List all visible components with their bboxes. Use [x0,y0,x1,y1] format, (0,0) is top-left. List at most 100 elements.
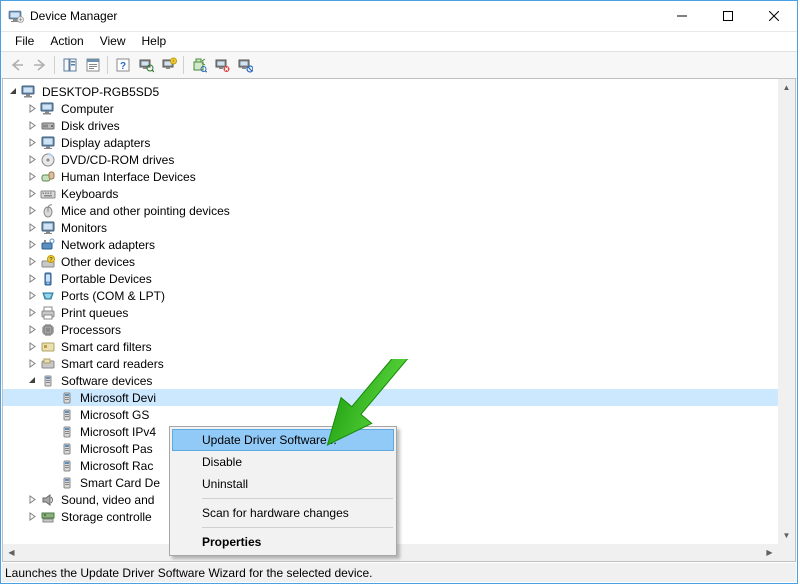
tree-category[interactable]: Computer [3,100,778,117]
context-menu-separator [202,527,393,528]
context-menu: Update Driver Software... Disable Uninst… [169,426,397,556]
context-menu-disable[interactable]: Disable [172,451,394,473]
tree-root[interactable]: DESKTOP-RGB5SD5 [3,83,778,100]
tree-category-label: Sound, video and [59,493,156,507]
expand-icon[interactable] [26,171,38,183]
expand-icon[interactable] [26,273,38,285]
toolbar-back-button[interactable] [5,54,28,76]
tree-category[interactable]: Ports (COM & LPT) [3,287,778,304]
expand-icon[interactable] [26,154,38,166]
tree-category[interactable]: Disk drives [3,117,778,134]
toolbar-forward-button[interactable] [28,54,51,76]
expand-icon[interactable] [26,103,38,115]
category-icon [40,322,56,338]
context-menu-uninstall[interactable]: Uninstall [172,473,394,495]
expander-spacer [45,443,57,455]
tree-device[interactable]: Microsoft Devi [3,389,778,406]
toolbar-update-driver-button[interactable] [187,54,210,76]
context-menu-item-label: Properties [202,535,261,549]
expander-spacer [45,477,57,489]
menu-view[interactable]: View [92,32,134,51]
close-button[interactable] [751,1,797,31]
toolbar-scan-hardware-button[interactable] [134,54,157,76]
tree-category[interactable]: Smart card readers [3,355,778,372]
toolbar-disable-button[interactable] [233,54,256,76]
category-icon [40,101,56,117]
toolbar-add-legacy-button[interactable] [157,54,180,76]
tree-category[interactable]: DVD/CD-ROM drives [3,151,778,168]
tree-device-label: Microsoft Pas [78,442,155,456]
tree-category-label: Ports (COM & LPT) [59,289,167,303]
expand-icon[interactable] [26,188,38,200]
scroll-right-icon[interactable]: ▶ [761,544,778,561]
tree-category[interactable]: ?Other devices [3,253,778,270]
expand-icon[interactable] [26,290,38,302]
expand-icon[interactable] [26,256,38,268]
tree-category[interactable]: Software devices [3,372,778,389]
expand-icon[interactable] [26,307,38,319]
tree-category[interactable]: Keyboards [3,185,778,202]
vertical-scrollbar[interactable]: ▲ ▼ [778,79,795,544]
tree-category-label: Computer [59,102,116,116]
expander-spacer [45,409,57,421]
scroll-down-icon[interactable]: ▼ [778,527,795,544]
device-icon [59,475,75,491]
toolbar-show-hide-button[interactable] [58,54,81,76]
tree-category[interactable]: Processors [3,321,778,338]
tree-device[interactable]: Microsoft GS [3,406,778,423]
tree-category[interactable]: Smart card filters [3,338,778,355]
expand-icon[interactable] [26,239,38,251]
toolbar-help-button[interactable]: ? [111,54,134,76]
tree-category[interactable]: Print queues [3,304,778,321]
menu-help[interactable]: Help [134,32,175,51]
tree-category[interactable]: Portable Devices [3,270,778,287]
menu-action[interactable]: Action [42,32,91,51]
context-menu-scan-hardware[interactable]: Scan for hardware changes [172,502,394,524]
toolbar-separator [54,56,55,74]
expand-icon[interactable] [26,358,38,370]
tree-category[interactable]: Display adapters [3,134,778,151]
context-menu-properties[interactable]: Properties [172,531,394,553]
expand-icon[interactable] [26,494,38,506]
category-icon [40,305,56,321]
context-menu-update-driver[interactable]: Update Driver Software... [172,429,394,451]
toolbar-uninstall-button[interactable] [210,54,233,76]
tree-category-label: Smart card filters [59,340,154,354]
tree-category[interactable]: Network adapters [3,236,778,253]
scroll-corner [778,544,795,561]
scroll-left-icon[interactable]: ◀ [3,544,20,561]
expand-icon[interactable] [26,341,38,353]
tree-device-label: Smart Card De [78,476,162,490]
expand-icon[interactable] [26,324,38,336]
collapse-icon[interactable] [26,375,38,387]
tree-category[interactable]: Human Interface Devices [3,168,778,185]
tree-category-label: Keyboards [59,187,120,201]
expand-icon[interactable] [26,511,38,523]
expand-icon[interactable] [26,222,38,234]
scroll-up-icon[interactable]: ▲ [778,79,795,96]
tree-device-label: Microsoft GS [78,408,151,422]
expand-icon[interactable] [26,137,38,149]
app-window: Device Manager File Action View Help [0,0,798,584]
category-icon [40,509,56,525]
tree-category[interactable]: Mice and other pointing devices [3,202,778,219]
tree-category[interactable]: Monitors [3,219,778,236]
expand-icon[interactable] [26,120,38,132]
category-icon [40,492,56,508]
maximize-button[interactable] [705,1,751,31]
tree-category-label: DVD/CD-ROM drives [59,153,176,167]
window-title: Device Manager [30,9,117,23]
expand-icon[interactable] [26,205,38,217]
collapse-icon[interactable] [7,86,19,98]
menu-file[interactable]: File [7,32,42,51]
minimize-button[interactable] [659,1,705,31]
svg-text:?: ? [119,61,125,72]
tree-category-label: Monitors [59,221,109,235]
tree-category-label: Smart card readers [59,357,166,371]
tree-category-label: Other devices [59,255,137,269]
client-area: DESKTOP-RGB5SD5 ComputerDisk drivesDispl… [2,78,796,562]
toolbar: ? [1,51,797,79]
toolbar-properties-button[interactable] [81,54,104,76]
tree-category-label: Mice and other pointing devices [59,204,232,218]
category-icon [40,203,56,219]
